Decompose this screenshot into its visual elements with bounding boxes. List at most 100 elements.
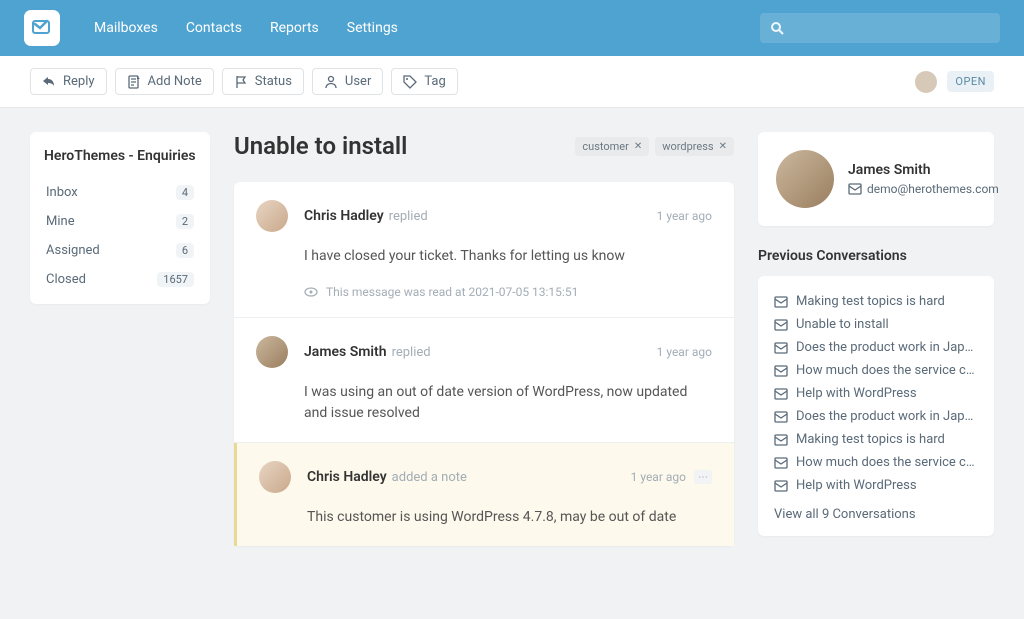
message-thread: Chris Hadley replied1 year agoI have clo… xyxy=(234,182,734,546)
message-body: I was using an out of date version of Wo… xyxy=(304,382,712,424)
status-button[interactable]: Status xyxy=(222,68,304,95)
previous-conversation-item[interactable]: How much does the service cost xyxy=(774,451,978,474)
message-action: replied xyxy=(389,209,428,224)
previous-conversations-title: Previous Conversations xyxy=(758,248,994,264)
mail-icon xyxy=(774,410,788,424)
previous-conversation-item[interactable]: Help with WordPress xyxy=(774,382,978,405)
tag-remove-icon[interactable]: ✕ xyxy=(634,141,642,152)
tag-label: customer xyxy=(582,140,628,153)
reply-label: Reply xyxy=(63,74,95,89)
customer-avatar[interactable] xyxy=(776,150,834,208)
sidebar-item-assigned[interactable]: Assigned6 xyxy=(44,236,196,265)
message-timestamp: 1 year ago xyxy=(657,209,712,223)
sidebar-item-count: 2 xyxy=(176,214,194,229)
sidebar-item-label: Closed xyxy=(46,272,86,287)
sidebar-item-count: 4 xyxy=(176,185,194,200)
message-timestamp: 1 year ago xyxy=(631,470,686,484)
nav-contacts[interactable]: Contacts xyxy=(186,20,242,36)
envelope-check-icon xyxy=(32,18,52,38)
message-action: added a note xyxy=(392,470,467,485)
message-body: This customer is using WordPress 4.7.8, … xyxy=(307,507,712,528)
previous-conversation-label: How much does the service cost xyxy=(796,455,978,470)
previous-conversation-item[interactable]: Making test topics is hard xyxy=(774,428,978,451)
sidebar-item-label: Mine xyxy=(46,214,75,229)
message-more-icon[interactable]: ⋯ xyxy=(694,470,712,484)
sidebar-item-closed[interactable]: Closed 1657 xyxy=(44,265,196,294)
previous-conversation-label: How much does the service cost xyxy=(796,363,978,378)
message-author: Chris Hadley xyxy=(307,469,387,485)
message-author: James Smith xyxy=(304,344,387,360)
tag-label: wordpress xyxy=(662,140,713,153)
mail-icon xyxy=(774,295,788,309)
mail-icon xyxy=(774,341,788,355)
previous-conversation-label: Making test topics is hard xyxy=(796,432,945,447)
previous-conversation-label: Help with WordPress xyxy=(796,478,917,493)
previous-conversation-item[interactable]: Does the product work in Japanese? xyxy=(774,336,978,359)
tag-chip: customer ✕ xyxy=(575,137,649,156)
mailbox-sidebar: HeroThemes - Enquiries Inbox 4 Mine 2 Assign… xyxy=(30,132,210,304)
previous-conversation-item[interactable]: How much does the service cost xyxy=(774,359,978,382)
reply-icon xyxy=(42,75,56,89)
action-toolbar: Reply Add Note Status User Tag OPEN xyxy=(0,56,1024,108)
previous-conversation-item[interactable]: Help with WordPress xyxy=(774,474,978,497)
previous-conversation-label: Making test topics is hard xyxy=(796,294,945,309)
sidebar-item-count: 1657 xyxy=(157,272,194,287)
reply-message: Chris Hadley replied1 year agoI have clo… xyxy=(234,182,734,318)
search-icon xyxy=(770,21,784,35)
mail-icon xyxy=(774,433,788,447)
ticket-header: Unable to install customer ✕ wordpress ✕ xyxy=(234,132,734,160)
customer-name: James Smith xyxy=(848,162,999,178)
mail-icon xyxy=(774,456,788,470)
reply-button[interactable]: Reply xyxy=(30,68,107,95)
nav-settings[interactable]: Settings xyxy=(347,20,398,36)
sidebar-item-count: 6 xyxy=(176,243,194,258)
previous-conversation-label: Does the product work in Japanese? xyxy=(796,409,978,424)
message-avatar[interactable] xyxy=(256,336,288,368)
message-avatar[interactable] xyxy=(256,200,288,232)
read-receipt: This message was read at 2021-07-05 13:1… xyxy=(304,285,712,299)
read-receipt-text: This message was read at 2021-07-05 13:1… xyxy=(326,285,578,299)
previous-conversation-item[interactable]: Unable to install xyxy=(774,313,978,336)
customer-email-text: demo@herothemes.com xyxy=(867,182,999,196)
tag-list: customer ✕ wordpress ✕ xyxy=(575,137,734,156)
status-label: Status xyxy=(255,74,292,89)
assignee-avatar[interactable] xyxy=(915,71,937,93)
sidebar-item-inbox[interactable]: Inbox 4 xyxy=(44,178,196,207)
previous-conversation-label: Help with WordPress xyxy=(796,386,917,401)
view-all-link[interactable]: View all 9 Conversations xyxy=(774,507,978,522)
sidebar-item-mine[interactable]: Mine 2 xyxy=(44,207,196,236)
app-logo[interactable] xyxy=(24,10,60,46)
user-button[interactable]: User xyxy=(312,68,383,95)
tag-label: Tag xyxy=(424,74,445,89)
tag-icon xyxy=(403,75,417,89)
sidebar-item-label: Inbox xyxy=(46,185,78,200)
search-input[interactable] xyxy=(760,13,1000,43)
message-author: Chris Hadley xyxy=(304,208,384,224)
tag-button[interactable]: Tag xyxy=(391,68,457,95)
ticket-title: Unable to install xyxy=(234,132,407,160)
eye-icon xyxy=(304,285,318,299)
mail-icon xyxy=(774,364,788,378)
previous-conversations-card: Making test topics is hard Unable to inst… xyxy=(758,276,994,536)
user-icon xyxy=(324,75,338,89)
message-avatar[interactable] xyxy=(259,461,291,493)
status-badge: OPEN xyxy=(947,71,994,92)
customer-card: James Smith demo@herothemes.com xyxy=(758,132,994,226)
nav-mailboxes[interactable]: Mailboxes xyxy=(94,20,158,36)
nav-reports[interactable]: Reports xyxy=(270,20,319,36)
tag-remove-icon[interactable]: ✕ xyxy=(719,141,727,152)
reply-message: James Smith replied1 year agoI was using… xyxy=(234,318,734,443)
top-header: Mailboxes Contacts Reports Settings xyxy=(0,0,1024,56)
previous-conversation-item[interactable]: Making test topics is hard xyxy=(774,290,978,313)
previous-conversation-label: Unable to install xyxy=(796,317,889,332)
user-label: User xyxy=(345,74,371,89)
add-note-button[interactable]: Add Note xyxy=(115,68,214,95)
previous-conversation-item[interactable]: Does the product work in Japanese? xyxy=(774,405,978,428)
mail-icon xyxy=(774,479,788,493)
main-nav: Mailboxes Contacts Reports Settings xyxy=(94,20,398,36)
message-action: replied xyxy=(392,345,431,360)
customer-email[interactable]: demo@herothemes.com xyxy=(848,182,999,196)
mailbox-title: HeroThemes - Enquiries xyxy=(44,148,196,164)
mail-icon xyxy=(774,318,788,332)
add-note-label: Add Note xyxy=(148,74,202,89)
